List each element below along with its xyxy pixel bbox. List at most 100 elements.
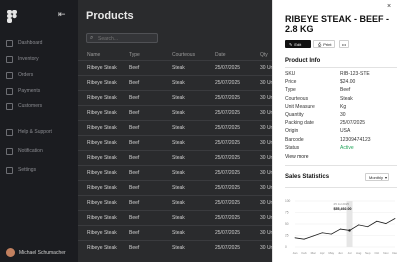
data-point (367, 226, 369, 228)
x-tick-label: Jan (293, 251, 298, 255)
table-row[interactable]: Ribeye Steak Beef Steak 25/07/2025 30 Units (78, 90, 272, 104)
cell-qty: 30 Units (260, 245, 272, 251)
info-label: Unit Measure (285, 103, 315, 110)
dashboard-icon (6, 39, 13, 47)
orders-icon (6, 71, 13, 79)
table-row[interactable]: Ribeye Steak Beef Steak 25/07/2025 30 Units (78, 165, 272, 179)
cell-name: Ribeye Steak (87, 65, 117, 71)
cell-date: 25/07/2025 (215, 200, 241, 206)
sales-statistics-title: Sales Statistics (285, 174, 330, 180)
close-icon[interactable]: × (387, 3, 391, 10)
cell-courteous: Steak (172, 125, 185, 131)
info-value: RIB-123-STE (340, 71, 370, 77)
table-row[interactable]: Ribeye Steak Beef Steak 25/07/2025 30 Units (78, 195, 272, 209)
table-row[interactable]: Ribeye Steak Beef Steak 25/07/2025 30 Units (78, 150, 272, 164)
data-point (321, 232, 323, 234)
printer-icon: ⎙ (318, 41, 322, 47)
sidebar-item-label: Settings (18, 167, 37, 173)
cell-qty: 30 Units (260, 170, 272, 176)
customers-icon (6, 102, 13, 110)
avatar (6, 248, 15, 257)
y-tick-label: 50 (285, 222, 289, 226)
info-value: 25/07/2025 (340, 120, 366, 127)
y-tick-label: 100 (285, 199, 291, 203)
divider (285, 187, 397, 188)
x-tick-label: Feb (302, 251, 308, 255)
sidebar-item-inventory[interactable]: Inventory (6, 54, 39, 64)
table-row[interactable]: Ribeye Steak Beef Steak 25/07/2025 30 Units (78, 120, 272, 134)
sales-line (294, 218, 396, 240)
edit-button[interactable]: ✎ Edit (285, 40, 311, 48)
info-value: Steak (340, 95, 353, 102)
x-tick-label: May (329, 251, 335, 255)
more-options-button[interactable]: ••• (339, 40, 349, 48)
column-header-name[interactable]: Name (87, 52, 100, 58)
cell-date: 25/07/2025 (215, 185, 241, 191)
cell-date: 25/07/2025 (215, 125, 241, 131)
collapse-left-icon[interactable]: ⇤ (58, 9, 66, 20)
table-row[interactable]: Ribeye Steak Beef Steak 25/07/2025 30 Units (78, 240, 272, 254)
x-tick-label: Jun (338, 251, 343, 255)
cell-name: Ribeye Steak (87, 230, 117, 236)
divider (285, 67, 397, 68)
x-tick-label: Mar (311, 251, 316, 255)
cell-type: Beef (129, 170, 140, 176)
cell-name: Ribeye Steak (87, 170, 117, 176)
figma-logo-icon[interactable] (7, 10, 18, 23)
table-row[interactable]: Ribeye Steak Beef Steak 25/07/2025 30 Units (78, 210, 272, 224)
cell-type: Beef (129, 245, 140, 251)
data-point (385, 223, 387, 224)
search-box[interactable]: ⌕ (86, 33, 158, 43)
sidebar-item-payments[interactable]: Payments (6, 86, 40, 96)
cell-type: Beef (129, 155, 140, 161)
column-header-type[interactable]: Type (129, 52, 140, 58)
user-profile[interactable]: Michael Schumacher (6, 248, 66, 257)
info-row: Courteous Steak (285, 96, 397, 104)
cell-courteous: Steak (172, 200, 185, 206)
x-tick-label: Dec (392, 251, 397, 255)
info-label: SKU (285, 71, 296, 77)
data-point (394, 218, 396, 219)
sidebar-item-orders[interactable]: Orders (6, 70, 33, 80)
table-row[interactable]: Ribeye Steak Beef Steak 25/07/2025 30 Units (78, 75, 272, 89)
payments-icon (6, 87, 13, 95)
column-header-courteous[interactable]: Courteous (172, 52, 195, 58)
cell-type: Beef (129, 230, 140, 236)
y-tick-label: 25 (285, 234, 289, 238)
cell-name: Ribeye Steak (87, 95, 117, 101)
view-more-link[interactable]: View more (285, 154, 309, 160)
table-row[interactable]: Ribeye Steak Beef Steak 25/07/2025 30 Units (78, 180, 272, 194)
data-point (330, 233, 332, 235)
inventory-icon (6, 55, 13, 63)
cell-courteous: Steak (172, 245, 185, 251)
table-row[interactable]: Ribeye Steak Beef Steak 25/07/2025 30 Units (78, 60, 272, 74)
info-label: Barcode (285, 136, 304, 143)
sidebar-item-customers[interactable]: Customers (6, 101, 42, 111)
cell-qty: 30 Units (260, 215, 272, 221)
sidebar-item-settings[interactable]: Settings (6, 165, 36, 175)
product-title: RIBEYE STEAK - BEEF - 2.8 KG (285, 14, 390, 34)
table-row[interactable]: Ribeye Steak Beef Steak 25/07/2025 30 Units (78, 105, 272, 119)
info-label: Packing date (285, 120, 314, 127)
x-tick-label: Jul (348, 251, 352, 255)
column-header-date[interactable]: Date (215, 52, 226, 58)
cell-courteous: Steak (172, 170, 185, 176)
info-row: Origin USA (285, 128, 397, 136)
period-select[interactable]: Monthly ▾ (365, 173, 389, 181)
sidebar-item-help[interactable]: Help & Support (6, 127, 52, 137)
table-row[interactable]: Ribeye Steak Beef Steak 25/07/2025 30 Units (78, 135, 272, 149)
table-row[interactable]: Ribeye Steak Beef Steak 25/07/2025 30 Units (78, 225, 272, 239)
column-header-qty[interactable]: Qty (260, 52, 268, 58)
sidebar-item-label: Help & Support (18, 129, 52, 135)
print-button[interactable]: ⎙ Print (313, 40, 335, 48)
cell-date: 25/07/2025 (215, 65, 241, 71)
user-name: Michael Schumacher (19, 249, 66, 256)
sidebar-item-label: Orders (18, 72, 34, 78)
cell-qty: 30 Units (260, 80, 272, 86)
sidebar-item-notification[interactable]: Notification (6, 146, 43, 156)
sidebar-item-dashboard[interactable]: Dashboard (6, 38, 42, 48)
info-value: $24.00 (340, 79, 356, 86)
search-input[interactable] (98, 35, 156, 42)
info-row: Barcode 12309474123 (285, 137, 397, 145)
table-header: Name Type Courteous Date Qty (78, 50, 272, 60)
